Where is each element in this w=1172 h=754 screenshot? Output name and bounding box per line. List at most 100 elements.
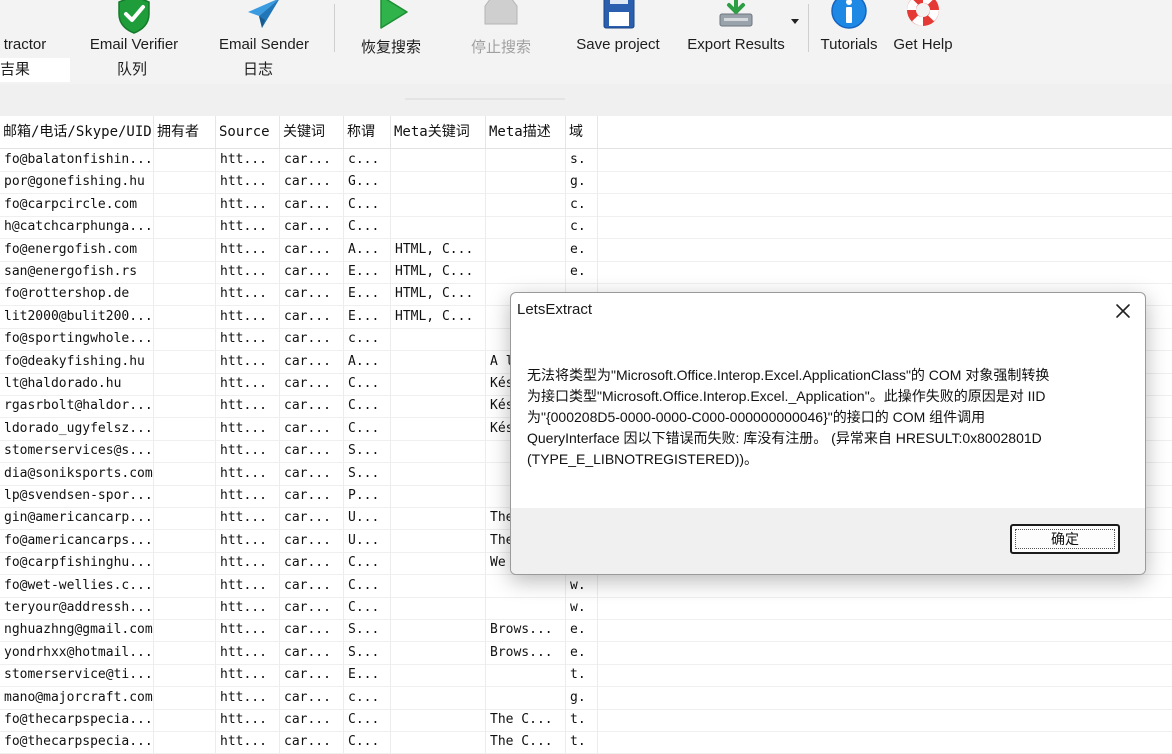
cell-domain: g. — [566, 171, 598, 194]
cell-keyword: car... — [280, 171, 344, 194]
cell-source: htt... — [216, 417, 280, 440]
cell-meta-keywords — [391, 373, 486, 395]
column-header-owner[interactable]: 拥有者 — [154, 116, 216, 148]
cell-owner — [154, 507, 216, 530]
column-header-keyword[interactable]: 关键词 — [280, 116, 344, 148]
table-row[interactable]: por@gonefishing.hu htt... car... G... g. — [0, 171, 1172, 195]
cell-owner — [154, 417, 216, 440]
cell-source: htt... — [216, 641, 280, 664]
table-row[interactable]: yondrhxx@hotmail... htt... car... S... Brows… — [0, 641, 1172, 665]
cell-domain: c. — [566, 216, 598, 239]
table-row[interactable]: stomerservice@ti... htt... car... E... t. — [0, 664, 1172, 688]
save-project-button[interactable]: Save project — [568, 0, 668, 56]
cell-email: gin@americancarp... — [0, 507, 154, 530]
stop-search-button[interactable]: 停止搜索 — [452, 0, 550, 56]
table-row[interactable]: fo@carpcircle.com htt... car... C... c. — [0, 193, 1172, 217]
cell-source: htt... — [216, 440, 280, 463]
cell-meta-keywords — [391, 597, 486, 619]
cell-title: S... — [344, 462, 391, 485]
cell-source: htt... — [216, 485, 280, 507]
cell-title: C... — [344, 552, 391, 575]
cell-source: htt... — [216, 373, 280, 395]
info-icon — [831, 0, 867, 29]
cell-meta-description — [486, 574, 566, 597]
cell-keyword: car... — [280, 641, 344, 664]
cell-meta-keywords — [391, 731, 486, 754]
ok-button[interactable]: 确定 — [1010, 524, 1120, 554]
extractor-button[interactable]: tractor — [0, 0, 54, 56]
cell-title: c... — [344, 149, 391, 171]
cell-domain: s. — [566, 149, 598, 171]
table-row[interactable]: san@energofish.rs htt... car... E... HTML, C… — [0, 261, 1172, 284]
table-row[interactable]: fo@wet-wellies.c... htt... car... C... w. — [0, 574, 1172, 598]
column-header-email[interactable]: 邮箱/电话/Skype/UID — [0, 116, 154, 148]
table-row[interactable]: fo@energofish.com htt... car... A... HTML, C… — [0, 238, 1172, 262]
cell-title: C... — [344, 597, 391, 619]
cell-meta-keywords — [391, 417, 486, 440]
cell-source: htt... — [216, 597, 280, 619]
cell-title: A... — [344, 238, 391, 261]
cell-owner — [154, 709, 216, 731]
export-results-button[interactable]: Export Results — [682, 0, 790, 56]
table-row[interactable]: fo@balatonfishin... htt... car... c... s. — [0, 149, 1172, 172]
cell-owner — [154, 216, 216, 239]
tutorials-button[interactable]: Tutorials — [814, 0, 884, 56]
dialog-message-line: 无法将类型为"Microsoft.Office.Interop.Excel.Ap… — [527, 367, 1050, 383]
cell-source: htt... — [216, 305, 280, 328]
close-icon[interactable] — [1111, 299, 1135, 323]
tab-queue[interactable]: 队列 — [88, 58, 176, 82]
cell-email: lt@haldorado.hu — [0, 373, 154, 395]
filter-strip — [0, 84, 1172, 117]
get-help-button[interactable]: Get Help — [888, 0, 958, 56]
cell-email: fo@deakyfishing.hu — [0, 350, 154, 373]
cell-source: htt... — [216, 529, 280, 552]
cell-meta-keywords — [391, 328, 486, 351]
cell-keyword: car... — [280, 664, 344, 687]
dialog-message: 无法将类型为"Microsoft.Office.Interop.Excel.Ap… — [527, 365, 1121, 470]
column-header-title[interactable]: 称谓 — [344, 116, 391, 148]
table-row[interactable]: h@catchcarphunga... htt... car... C... c. — [0, 216, 1172, 240]
table-row[interactable]: fo@thecarpspecia... htt... car... C... The C… — [0, 709, 1172, 732]
cell-meta-keywords: HTML, C... — [391, 238, 486, 261]
cell-source: htt... — [216, 149, 280, 171]
dialog-message-line: 为接口类型"Microsoft.Office.Interop.Excel._Ap… — [527, 388, 1046, 404]
column-header-source[interactable]: Source — [216, 116, 280, 148]
cell-source: htt... — [216, 395, 280, 418]
column-header-meta-description[interactable]: Meta描述 — [486, 116, 566, 148]
cell-owner — [154, 193, 216, 216]
table-row[interactable]: nghuazhng@gmail.com htt... car... S... Brows… — [0, 619, 1172, 643]
cell-keyword: car... — [280, 328, 344, 351]
cell-email: fo@carpcircle.com — [0, 193, 154, 216]
cell-source: htt... — [216, 216, 280, 239]
cell-domain: t. — [566, 731, 598, 754]
table-row[interactable]: fo@thecarpspecia... htt... car... C... The C… — [0, 731, 1172, 754]
cell-title: C... — [344, 373, 391, 395]
tab-results-label: 吉果 — [0, 61, 31, 78]
cell-title: P... — [344, 485, 391, 507]
resume-search-button[interactable]: 恢复搜索 — [342, 0, 440, 56]
cell-keyword: car... — [280, 462, 344, 485]
cell-owner — [154, 238, 216, 261]
error-dialog: LetsExtract 无法将类型为"Microsoft.Office.Inte… — [510, 292, 1146, 575]
cell-title: C... — [344, 193, 391, 216]
tab-results[interactable]: 吉果 — [0, 58, 70, 82]
column-header-domain[interactable]: 域 — [566, 116, 598, 148]
cell-owner — [154, 485, 216, 507]
tab-log[interactable]: 日志 — [200, 58, 316, 82]
cell-email: fo@rottershop.de — [0, 283, 154, 306]
cell-title: S... — [344, 619, 391, 642]
cell-owner — [154, 574, 216, 597]
cell-email: por@gonefishing.hu — [0, 171, 154, 194]
cell-owner — [154, 395, 216, 418]
table-row[interactable]: mano@majorcraft.com htt... car... c... g. — [0, 686, 1172, 710]
cell-keyword: car... — [280, 485, 344, 507]
dropdown-arrow-icon[interactable] — [791, 19, 799, 25]
cell-title: S... — [344, 641, 391, 664]
cell-owner — [154, 149, 216, 171]
table-row[interactable]: teryour@addressh... htt... car... C... w. — [0, 597, 1172, 620]
cell-source: htt... — [216, 574, 280, 597]
cell-title: C... — [344, 574, 391, 597]
email-sender-button[interactable]: Email Sender — [212, 0, 316, 56]
column-header-meta-keywords[interactable]: Meta关键词 — [391, 116, 486, 148]
email-verifier-button[interactable]: Email Verifier — [82, 0, 186, 56]
